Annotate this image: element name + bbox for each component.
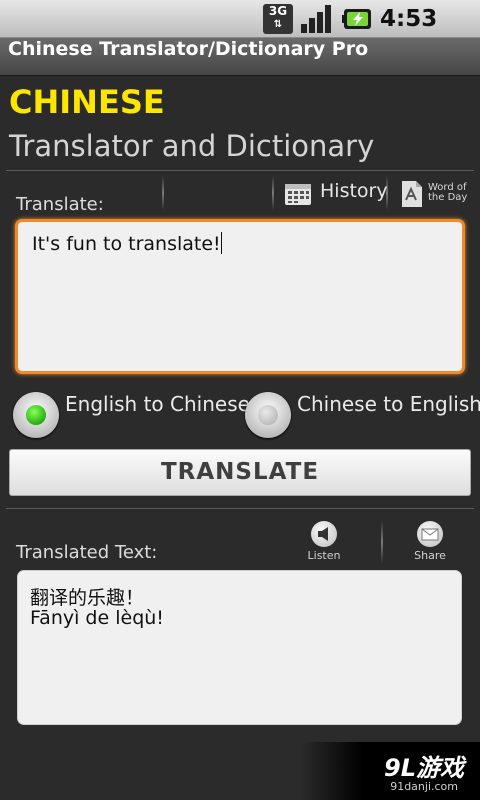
network-3g-icon: 3G ⇅ xyxy=(263,4,293,34)
radio-button-icon xyxy=(13,392,59,438)
toolbar-separator xyxy=(272,176,274,210)
data-activity-icon: ⇅ xyxy=(273,19,283,30)
divider xyxy=(6,170,474,171)
radio-button-icon xyxy=(245,392,291,438)
divider xyxy=(6,508,474,509)
calendar-icon xyxy=(285,184,311,205)
toolbar-separator xyxy=(381,520,383,564)
radio-selected-indicator xyxy=(26,405,46,425)
radio-chinese-to-english[interactable]: Chinese to English xyxy=(245,392,480,440)
status-bar: 3G ⇅ 4:53 AM xyxy=(0,0,480,62)
dictionary-page-icon xyxy=(402,181,422,207)
word-of-the-day-line2: the Day xyxy=(428,192,468,203)
word-of-the-day-button[interactable]: Word of the Day xyxy=(396,176,478,212)
translate-input[interactable]: It's fun to translate! xyxy=(15,219,465,374)
listen-button[interactable]: Listen xyxy=(298,518,350,566)
signal-strength-icon xyxy=(301,5,331,33)
radio-unselected-indicator xyxy=(258,405,278,425)
watermark-url: 91danji.com xyxy=(390,780,458,793)
translate-input-value: It's fun to translate! xyxy=(32,233,221,255)
word-of-the-day-label: Word of the Day xyxy=(428,183,476,203)
envelope-icon xyxy=(417,521,443,547)
translated-pinyin: Fānyì de lèqù! xyxy=(30,607,164,629)
app-subtitle: Translator and Dictionary xyxy=(9,129,375,163)
translate-label: Translate: xyxy=(16,194,104,215)
radio-label: English to Chinese xyxy=(65,392,250,416)
translated-text-label: Translated Text: xyxy=(16,542,158,563)
history-label: History xyxy=(320,180,388,202)
app-title-bar: Chinese Translator/Dictionary Pro xyxy=(0,38,480,76)
share-label: Share xyxy=(414,549,446,562)
listen-label: Listen xyxy=(307,549,341,562)
clock: 4:53 AM xyxy=(380,6,438,62)
translated-chinese: 翻译的乐趣！ xyxy=(30,587,145,609)
app-name: CHINESE xyxy=(9,83,165,121)
megaphone-icon xyxy=(311,521,337,547)
app-title: Chinese Translator/Dictionary Pro xyxy=(8,38,369,60)
translated-text-output[interactable]: 翻译的乐趣！ Fānyì de lèqù! xyxy=(17,570,462,725)
battery-charging-icon xyxy=(342,9,371,29)
history-button[interactable]: History xyxy=(278,176,388,212)
radio-english-to-chinese[interactable]: English to Chinese xyxy=(13,392,250,440)
network-type: 3G xyxy=(268,4,288,18)
share-button[interactable]: Share xyxy=(406,518,454,566)
watermark: 9L游戏 91danji.com xyxy=(300,742,480,800)
translate-button[interactable]: TRANSLATE xyxy=(9,449,471,496)
radio-label: Chinese to English xyxy=(297,392,480,416)
watermark-brand: 9L游戏 xyxy=(384,754,464,782)
text-cursor xyxy=(220,232,222,254)
translate-input-text: It's fun to translate! xyxy=(32,232,222,255)
toolbar-separator xyxy=(162,176,164,210)
